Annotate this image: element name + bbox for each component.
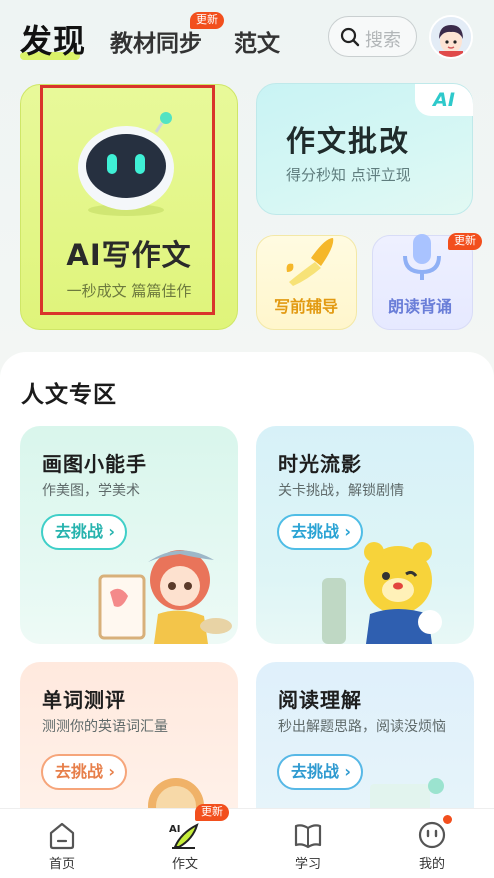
feature-card-subtitle: 关卡挑战，解锁剧情 [278, 483, 404, 499]
feature-card-title: 阅读理解 [278, 688, 362, 712]
tab-sample-essays[interactable]: 范文 [234, 24, 280, 58]
girl-painter-illustration [98, 550, 232, 644]
bottom-nav: 首页 AI 作文 学习 我的 [0, 808, 494, 878]
nav-label: 学习 [294, 857, 321, 872]
nav-label: 我的 [418, 857, 445, 872]
ai-tag: AI [415, 84, 473, 116]
essay-correction-subtitle: 得分秒知 点评立现 [286, 166, 411, 184]
challenge-button[interactable]: 去挑战 › [277, 754, 363, 790]
top-header: 发现 教材同步 更新 范文 搜索 [0, 0, 494, 76]
pre-write-guide-label: 写前辅导 [274, 297, 339, 316]
brush-icon [286, 238, 334, 286]
search-icon [340, 27, 360, 47]
svg-text:AI: AI [169, 824, 180, 835]
nav-study[interactable]: 学习 [268, 809, 348, 878]
feature-card-subtitle: 作美图，学美术 [42, 483, 140, 499]
highlight-frame [40, 85, 215, 315]
smiley-icon [418, 821, 446, 849]
book-icon [294, 824, 322, 849]
feature-card-subtitle: 秒出解题思路，阅读没烦恼 [278, 719, 446, 735]
essay-correction-title: 作文批改 [286, 124, 411, 158]
bear-mascot-illustration [322, 542, 442, 644]
chevron-right-icon: › [108, 762, 115, 781]
challenge-button-label: 去挑战 [55, 762, 104, 781]
nav-mine[interactable]: 我的 [392, 809, 472, 878]
update-badge: 更新 [448, 233, 482, 250]
update-badge: 更新 [190, 12, 224, 29]
feature-card-title: 画图小能手 [42, 452, 147, 476]
search-placeholder: 搜索 [365, 30, 401, 51]
user-avatar-icon [431, 17, 471, 57]
challenge-button-label: 去挑战 [291, 762, 340, 781]
nav-label: 作文 [171, 857, 198, 872]
tab-discover[interactable]: 发现 [20, 16, 86, 62]
update-badge: 更新 [195, 804, 229, 821]
tab-textbook-sync[interactable]: 教材同步 [110, 24, 202, 58]
avatar[interactable] [429, 15, 473, 59]
section-title: 人文专区 [21, 382, 117, 408]
ai-pen-icon: AI [169, 823, 199, 849]
chevron-right-icon: › [344, 762, 351, 781]
feature-card-title: 单词测评 [42, 688, 126, 712]
feature-card-subtitle: 测测你的英语词汇量 [42, 719, 168, 735]
nav-home[interactable]: 首页 [22, 809, 102, 878]
microphone-icon [403, 234, 441, 280]
home-icon [49, 822, 75, 850]
feature-card-title: 时光流影 [278, 452, 362, 476]
notification-dot [443, 815, 452, 824]
challenge-button[interactable]: 去挑战 › [41, 754, 127, 790]
search-input[interactable]: 搜索 [328, 16, 417, 57]
read-recite-label: 朗读背诵 [388, 297, 453, 316]
reading-illustration [370, 778, 444, 810]
nav-label: 首页 [48, 857, 75, 872]
